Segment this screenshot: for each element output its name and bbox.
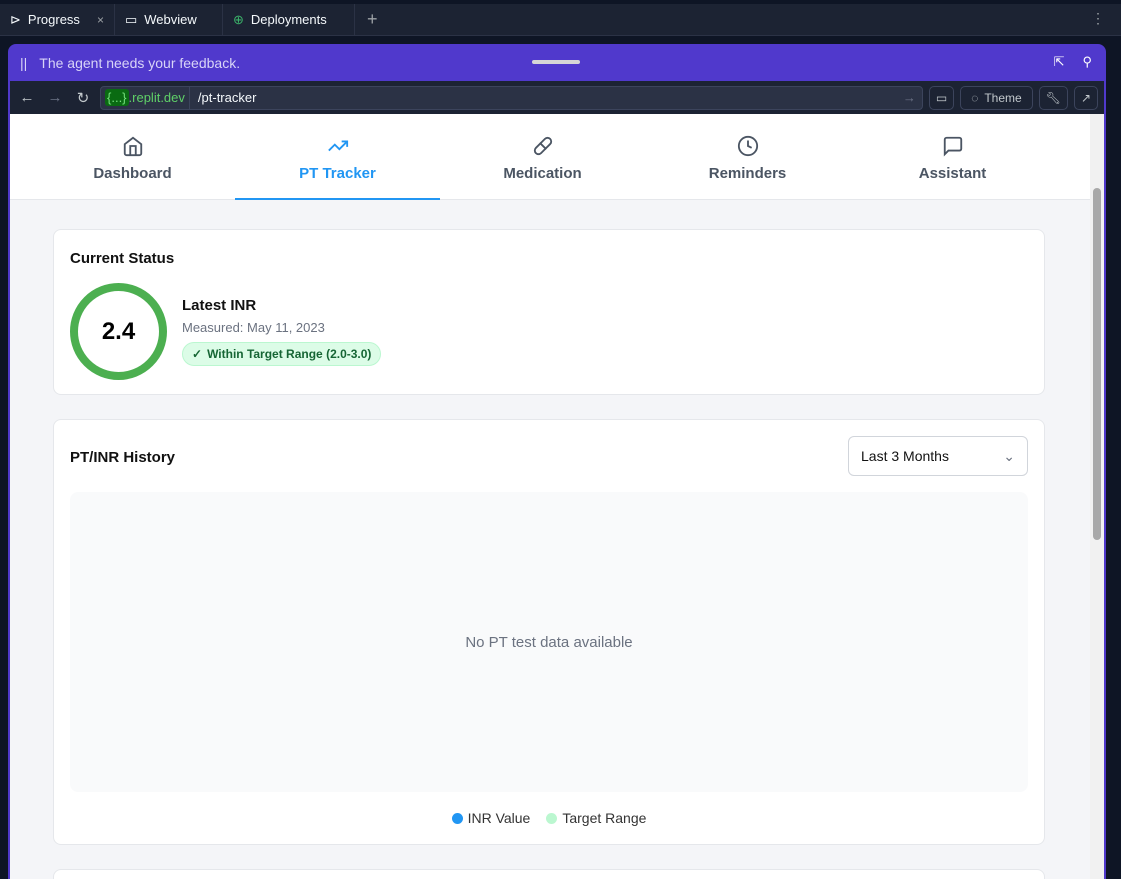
monitor-icon: ▭: [935, 90, 948, 105]
tab-deployments[interactable]: ⊕ Deployments: [223, 4, 355, 35]
next-card: [53, 869, 1045, 879]
nav-dashboard[interactable]: Dashboard: [30, 114, 235, 199]
clock-icon: [737, 135, 758, 157]
home-icon: [123, 136, 142, 157]
check-circle-icon: ✓: [192, 347, 203, 361]
history-card: PT/INR History Last 3 Months ⌄ No PT test…: [53, 419, 1045, 845]
card-title: PT/INR History: [70, 449, 176, 466]
pill-icon: [533, 136, 552, 156]
nav-pt-tracker[interactable]: PT Tracker: [235, 114, 440, 200]
deploy-icon: ⊕: [232, 11, 244, 27]
more-icon[interactable]: ⋮: [1091, 10, 1105, 27]
expand-icon[interactable]: ⇱: [1054, 54, 1065, 70]
nav-assistant[interactable]: Assistant: [850, 114, 1055, 199]
inr-gauge: 2.4: [70, 283, 167, 380]
url-input[interactable]: {...} .replit.dev /pt-tracker →: [100, 85, 923, 110]
forward-icon[interactable]: →: [44, 89, 66, 106]
scrollbar[interactable]: [1090, 114, 1104, 879]
open-new-window-button[interactable]: ↗: [1073, 85, 1098, 110]
inr-value: 2.4: [101, 317, 136, 345]
theme-button[interactable]: ◌ Theme: [960, 85, 1033, 110]
drag-handle[interactable]: [532, 60, 580, 64]
tab-progress[interactable]: ⊳ Progress ×: [0, 4, 115, 35]
reload-icon[interactable]: ↻: [72, 89, 94, 107]
legend-dot: [546, 813, 558, 824]
pin-icon[interactable]: ⚲: [1082, 54, 1092, 70]
tab-bar: ⊳ Progress × ▭ Webview ⊕ Deployments + ⋮: [0, 4, 1121, 36]
current-status-card: Current Status 2.4 Latest INR Measured: …: [53, 229, 1045, 395]
close-icon[interactable]: ×: [97, 13, 104, 27]
nav-reminders[interactable]: Reminders: [645, 114, 850, 199]
legend-inr[interactable]: INR Value: [451, 810, 530, 826]
chevron-down-icon: ⌄: [1003, 447, 1015, 464]
progress-icon: ⊳: [10, 11, 21, 27]
legend-dot: [451, 813, 463, 824]
app-viewport: Dashboard PT Tracker Medication Reminder…: [10, 114, 1104, 879]
webview-panel: || The agent needs your feedback. ⇱ ⚲ ← →…: [8, 44, 1106, 879]
external-link-icon: ↗: [1080, 90, 1091, 105]
url-path: /pt-tracker: [197, 90, 257, 105]
range-select[interactable]: Last 3 Months ⌄: [848, 436, 1028, 476]
domain-text: .replit.dev: [128, 90, 185, 105]
palette-icon: ◌: [971, 90, 979, 105]
monitor-icon: ▭: [124, 11, 138, 27]
top-nav: Dashboard PT Tracker Medication Reminder…: [10, 114, 1104, 200]
message-icon: [943, 136, 962, 157]
nav-medication[interactable]: Medication: [440, 114, 645, 199]
devtools-button[interactable]: 🔧︎: [1038, 85, 1068, 110]
empty-message: No PT test data available: [465, 633, 633, 651]
domain-token: {...}: [105, 89, 129, 106]
trending-up-icon: [327, 140, 348, 152]
card-title: Current Status: [70, 250, 175, 267]
tab-webview[interactable]: ▭ Webview: [115, 4, 223, 35]
status-badge: ✓ Within Target Range (2.0-3.0): [182, 342, 382, 366]
scrollbar-thumb[interactable]: [1093, 188, 1101, 540]
legend-target[interactable]: Target Range: [546, 810, 646, 826]
wrench-icon: 🔧︎: [1045, 90, 1061, 105]
feedback-bar: || The agent needs your feedback. ⇱ ⚲: [8, 44, 1106, 81]
latest-inr-label: Latest INR: [182, 297, 257, 314]
chart-legend: INR Value Target Range: [54, 810, 1044, 826]
pause-icon[interactable]: ||: [20, 55, 27, 71]
new-tab-button[interactable]: +: [355, 4, 390, 35]
back-icon[interactable]: ←: [16, 89, 38, 106]
chart-area: No PT test data available: [70, 492, 1028, 792]
go-icon[interactable]: →: [903, 90, 922, 105]
feedback-message: The agent needs your feedback.: [39, 54, 241, 71]
measured-date: Measured: May 11, 2023: [182, 320, 325, 335]
device-button[interactable]: ▭: [928, 85, 955, 110]
url-bar: ← → ↻ {...} .replit.dev /pt-tracker → ▭ ◌…: [10, 81, 1104, 114]
